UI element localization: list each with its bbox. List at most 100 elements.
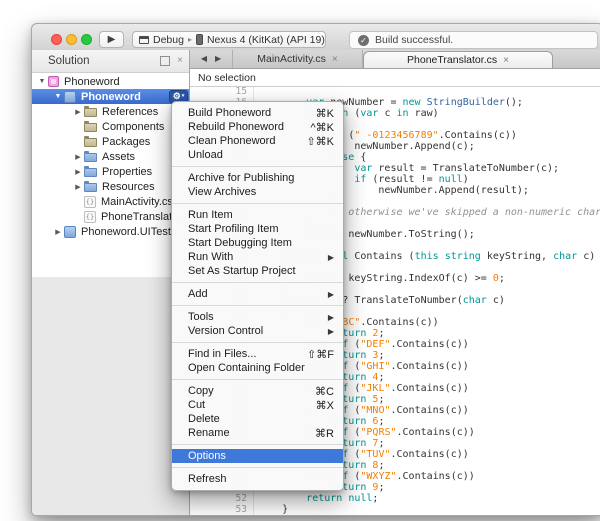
tree-item-label: MainActivity.cs bbox=[101, 196, 173, 208]
menu-item-clean-phoneword[interactable]: Clean Phoneword⇧⌘K bbox=[172, 134, 343, 148]
tree-item-resources[interactable]: ▶ Resources bbox=[32, 179, 189, 194]
menu-item-label: Rebuild Phoneword bbox=[188, 121, 301, 133]
disclosure-open-icon[interactable]: ▼ bbox=[52, 93, 64, 100]
close-tab-icon[interactable]: × bbox=[332, 54, 338, 65]
configuration-label: Debug bbox=[153, 34, 184, 46]
tree-item-components[interactable]: Components bbox=[32, 119, 189, 134]
run-configuration-selector[interactable]: Debug ▸ Nexus 4 (KitKat) (API 19) bbox=[132, 31, 326, 48]
submenu-arrow-icon: ▶ bbox=[328, 327, 334, 336]
tree-item-label: Phoneword bbox=[64, 76, 120, 88]
menu-item-label: Unload bbox=[188, 149, 334, 161]
code-text: return null; bbox=[258, 493, 378, 504]
minimize-window-button[interactable] bbox=[66, 34, 77, 45]
line-number: 52 bbox=[190, 493, 247, 504]
tree-item-phoneword-uitests[interactable]: ▶ Phoneword.UITests bbox=[32, 224, 189, 239]
configuration-icon bbox=[139, 36, 149, 44]
navigate-forward-icon[interactable]: ▶ bbox=[215, 55, 221, 63]
tab-navigation: ◀ ▶ bbox=[190, 50, 233, 68]
tree-item-phoneword[interactable]: ▼ Phoneword bbox=[32, 74, 189, 89]
tree-item-label: Resources bbox=[102, 181, 155, 193]
menu-separator bbox=[172, 342, 343, 343]
tree-item-assets[interactable]: ▶Assets bbox=[32, 149, 189, 164]
disclosure-closed-icon[interactable]: ▶ bbox=[72, 108, 84, 116]
menu-item-copy[interactable]: Copy⌘C bbox=[172, 384, 343, 398]
menu-item-label: Version Control bbox=[188, 325, 318, 337]
menu-item-label: Run Item bbox=[188, 209, 334, 221]
code-line: 15 bbox=[190, 86, 600, 97]
menu-item-set-as-startup-project[interactable]: Set As Startup Project bbox=[172, 264, 343, 278]
run-button[interactable]: ▶ bbox=[99, 31, 124, 48]
menu-separator bbox=[172, 379, 343, 380]
navigate-back-icon[interactable]: ◀ bbox=[201, 55, 207, 63]
menu-separator bbox=[172, 467, 343, 468]
menu-item-find-in-files-[interactable]: Find in Files...⇧⌘F bbox=[172, 347, 343, 361]
close-tab-icon[interactable]: × bbox=[503, 55, 509, 66]
gear-icon: ⚙ bbox=[173, 92, 181, 101]
menu-item-rebuild-phoneword[interactable]: Rebuild Phoneword^⌘K bbox=[172, 120, 343, 134]
folder-icon bbox=[84, 153, 97, 162]
menu-item-version-control[interactable]: Version Control ▶ bbox=[172, 324, 343, 338]
tree-item-references[interactable]: ▶References bbox=[32, 104, 189, 119]
menu-item-label: Archive for Publishing bbox=[188, 172, 334, 184]
disclosure-open-icon[interactable]: ▼ bbox=[36, 78, 48, 85]
cs-icon: {} bbox=[84, 196, 96, 208]
code-text: } bbox=[258, 504, 288, 515]
menu-item-start-profiling-item[interactable]: Start Profiling Item bbox=[172, 222, 343, 236]
tree-item-phonetranslator-cs[interactable]: {}PhoneTranslator.cs bbox=[32, 209, 189, 224]
disclosure-closed-icon[interactable]: ▶ bbox=[72, 168, 84, 176]
toolbar: ▶ Debug ▸ Nexus 4 (KitKat) (API 19) ✓ Bu… bbox=[32, 24, 600, 51]
menu-item-shortcut: ⇧⌘F bbox=[307, 348, 334, 361]
menu-item-build-phoneword[interactable]: Build Phoneword⌘K bbox=[172, 106, 343, 120]
solution-pad-header: Solution × bbox=[32, 50, 189, 73]
tab-mainactivity-cs[interactable]: MainActivity.cs × bbox=[233, 50, 363, 68]
cs-icon: {} bbox=[84, 211, 96, 223]
submenu-arrow-icon: ▶ bbox=[328, 253, 334, 262]
menu-item-run-item[interactable]: Run Item bbox=[172, 208, 343, 222]
tree-item-packages[interactable]: Packages bbox=[32, 134, 189, 149]
status-bar: ✓ Build successful. bbox=[349, 31, 598, 49]
menu-item-view-archives[interactable]: View Archives bbox=[172, 185, 343, 199]
menu-item-open-containing-folder[interactable]: Open Containing Folder bbox=[172, 361, 343, 375]
tree-item-label: Packages bbox=[102, 136, 150, 148]
disclosure-closed-icon[interactable]: ▶ bbox=[72, 153, 84, 161]
device-label: Nexus 4 (KitKat) (API 19) bbox=[207, 34, 325, 46]
menu-item-archive-for-publishing[interactable]: Archive for Publishing bbox=[172, 171, 343, 185]
menu-item-label: Cut bbox=[188, 399, 306, 411]
folder-icon bbox=[84, 183, 97, 192]
menu-item-delete[interactable]: Delete bbox=[172, 412, 343, 426]
pad-title: Solution bbox=[48, 55, 160, 67]
tree-item-label: Phoneword.UITests bbox=[81, 226, 176, 238]
tree-item-properties[interactable]: ▶Properties bbox=[32, 164, 189, 179]
menu-item-shortcut: ⌘K bbox=[316, 107, 334, 120]
menu-item-cut[interactable]: Cut⌘X bbox=[172, 398, 343, 412]
dock-pad-icon[interactable] bbox=[160, 56, 170, 66]
menu-item-start-debugging-item[interactable]: Start Debugging Item bbox=[172, 236, 343, 250]
menu-item-options[interactable]: Options bbox=[172, 449, 343, 463]
menu-item-tools[interactable]: Tools▶ bbox=[172, 310, 343, 324]
line-number: 53 bbox=[190, 504, 247, 515]
zoom-window-button[interactable] bbox=[81, 34, 92, 45]
menu-item-unload[interactable]: Unload bbox=[172, 148, 343, 162]
menu-item-label: Set As Startup Project bbox=[188, 265, 334, 277]
close-window-button[interactable] bbox=[51, 34, 62, 45]
disclosure-closed-icon[interactable]: ▶ bbox=[52, 228, 64, 236]
menu-item-label: Rename bbox=[188, 427, 305, 439]
close-pad-icon[interactable]: × bbox=[177, 56, 183, 66]
tab-label: MainActivity.cs bbox=[257, 53, 326, 65]
chevron-right-icon: ▸ bbox=[188, 35, 192, 44]
menu-item-shortcut: ⌘C bbox=[315, 385, 334, 398]
document-tab-bar: ◀ ▶ MainActivity.cs×PhoneTranslator.cs× bbox=[190, 50, 600, 69]
folder-icon bbox=[84, 168, 97, 177]
menu-item-label: Add bbox=[188, 288, 318, 300]
menu-item-rename[interactable]: Rename⌘R bbox=[172, 426, 343, 440]
menu-item-add[interactable]: Add▶ bbox=[172, 287, 343, 301]
tab-phonetranslator-cs[interactable]: PhoneTranslator.cs× bbox=[363, 51, 553, 68]
tree-item-mainactivity-cs[interactable]: {} MainActivity.cs bbox=[32, 194, 189, 209]
solution-pad: Solution × ▼Phoneword▼Phoneword⚙▾▶Refere… bbox=[32, 50, 189, 515]
disclosure-closed-icon[interactable]: ▶ bbox=[72, 183, 84, 191]
menu-item-refresh[interactable]: Refresh bbox=[172, 472, 343, 486]
tabs: MainActivity.cs×PhoneTranslator.cs× bbox=[233, 50, 600, 68]
tree-item-phoneword[interactable]: ▼Phoneword⚙▾ bbox=[32, 89, 189, 104]
menu-item-run-with[interactable]: Run With▶ bbox=[172, 250, 343, 264]
menu-separator bbox=[172, 203, 343, 204]
